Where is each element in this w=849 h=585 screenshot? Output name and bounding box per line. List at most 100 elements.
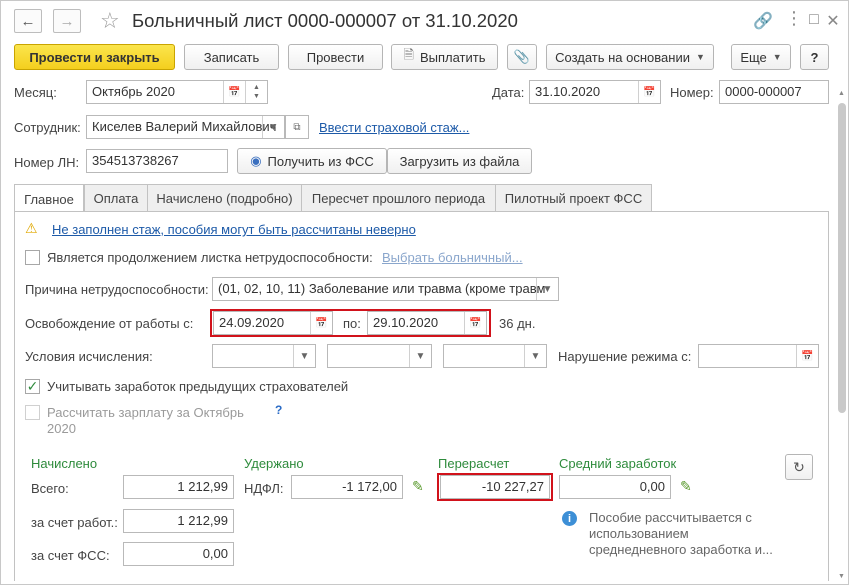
release-from-label: Освобождение от работы с: — [25, 316, 194, 331]
post-and-close-label: Провести и закрыть — [29, 49, 160, 65]
paperclip-icon: 📎 — [513, 49, 531, 64]
get-from-fss-label: Получить из ФСС — [267, 153, 374, 169]
more-button[interactable]: Еще ▼ — [731, 44, 791, 70]
pay-button[interactable]: 🗎 Выплатить — [391, 44, 498, 70]
create-based-on-button[interactable]: Создать на основании ▼ — [546, 44, 714, 70]
arrow-right-icon: → — [59, 12, 75, 30]
back-button[interactable]: ← — [14, 9, 42, 33]
prev-insurers-label: Учитывать заработок предыдущих страховат… — [47, 379, 349, 394]
choose-sick-leave-link[interactable]: Выбрать больничный... — [382, 250, 523, 265]
caret-down-icon: ▼ — [695, 52, 705, 62]
violation-date-field[interactable]: . . 📅 — [698, 344, 819, 368]
caret-down-icon: ▼ — [772, 52, 782, 62]
ln-number-field[interactable]: 354513738267 — [86, 149, 228, 173]
number-field[interactable]: 0000-000007 — [719, 80, 829, 104]
withheld-header: Удержано — [244, 456, 304, 471]
attach-button[interactable]: 📎 — [507, 44, 537, 70]
average-earnings-header: Средний заработок — [559, 456, 677, 471]
tab-main[interactable]: Главное — [14, 184, 84, 213]
tab-fss-pilot[interactable]: Пилотный проект ФСС — [495, 184, 652, 212]
info-text-line2: использованием — [589, 526, 689, 541]
open-employee-button[interactable]: ⧉ — [285, 115, 309, 139]
tab-recalc-previous[interactable]: Пересчет прошлого периода — [301, 184, 496, 212]
ln-number-value: 354513738267 — [92, 153, 179, 168]
month-spinner[interactable]: ▲ ▼ — [245, 81, 267, 103]
ln-number-label: Номер ЛН: — [14, 155, 80, 170]
scrollbar-thumb[interactable] — [838, 103, 846, 413]
fss-label: за счет ФСС: — [31, 548, 110, 563]
tab-recalc-previous-label: Пересчет прошлого периода — [311, 191, 486, 206]
recalc-salary-checkbox[interactable] — [25, 405, 40, 420]
tab-payment-label: Оплата — [93, 191, 139, 206]
pencil-icon[interactable]: ✎ — [412, 478, 424, 495]
insurance-experience-link[interactable]: Ввести страховой стаж... — [319, 120, 469, 135]
tab-accrued-detailed[interactable]: Начислено (подробно) — [147, 184, 302, 212]
post-button[interactable]: Провести — [288, 44, 383, 70]
recalc-salary-label-line1: Рассчитать зарплату за Октябрь — [47, 405, 244, 420]
reason-field[interactable]: (01, 02, 10, 11) Заболевание или травма … — [212, 277, 559, 301]
ndfl-field[interactable]: -1 172,00 — [291, 475, 403, 499]
maximize-icon[interactable]: □ — [804, 11, 824, 29]
load-from-file-label: Загрузить из файла — [399, 153, 520, 169]
prev-insurers-checkbox[interactable]: ✓ — [25, 378, 40, 394]
total-label: Всего: — [31, 481, 69, 496]
pencil-icon[interactable]: ✎ — [680, 478, 692, 495]
help-question-icon[interactable]: ? — [275, 403, 282, 417]
date-field[interactable]: 31.10.2020 📅 — [529, 80, 661, 104]
post-label: Провести — [306, 49, 365, 65]
chevron-down-icon[interactable]: ▼ — [409, 345, 431, 367]
close-icon[interactable]: ✕ — [823, 11, 843, 31]
create-based-on-label: Создать на основании — [555, 49, 690, 65]
recalc-highlight — [437, 473, 553, 501]
calendar-icon[interactable]: 📅 — [223, 81, 245, 103]
chevron-down-icon[interactable]: ▼ — [293, 345, 315, 367]
menu-dots-icon[interactable]: ⋮ — [784, 8, 804, 29]
tab-payment[interactable]: Оплата — [84, 184, 148, 212]
fss-logo-icon: ◉ — [250, 153, 262, 168]
month-field[interactable]: Октябрь 2020 📅 ▲ ▼ — [86, 80, 268, 104]
info-text-line1: Пособие рассчитывается с — [589, 510, 752, 525]
scroll-up-icon[interactable]: ▲ — [838, 90, 845, 97]
favorite-star-icon[interactable]: ☆ — [100, 8, 120, 34]
chevron-down-icon[interactable]: ▼ — [536, 278, 558, 300]
employer-label: за счет работ.: — [31, 515, 118, 530]
employer-value: 1 212,99 — [177, 513, 228, 528]
average-earnings-field[interactable]: 0,00 — [559, 475, 671, 499]
fss-field[interactable]: 0,00 — [123, 542, 234, 566]
document-window: ← → ☆ Больничный лист 0000-000007 от 31.… — [0, 0, 849, 585]
condition-select-3[interactable]: ▼ — [443, 344, 547, 368]
experience-warning-link[interactable]: Не заполнен стаж, пособия могут быть рас… — [52, 222, 416, 237]
chevron-down-icon[interactable]: ▼ — [524, 345, 546, 367]
continuation-checkbox[interactable] — [25, 250, 40, 265]
forward-button[interactable]: → — [53, 9, 81, 33]
total-field[interactable]: 1 212,99 — [123, 475, 234, 499]
refresh-icon: ↻ — [793, 458, 805, 475]
date-value: 31.10.2020 — [535, 84, 601, 99]
conditions-label: Условия исчисления: — [25, 349, 153, 364]
violation-date-value: . . — [718, 363, 736, 367]
link-icon[interactable]: 🔗 — [753, 11, 773, 31]
chevron-down-icon[interactable]: ▼ — [262, 116, 284, 138]
load-from-file-button[interactable]: Загрузить из файла — [387, 148, 532, 174]
employee-field[interactable]: Киселев Валерий Михайлович ▼ — [86, 115, 285, 139]
condition-select-1[interactable]: ▼ — [212, 344, 316, 368]
ndfl-value: -1 172,00 — [342, 479, 397, 494]
condition-select-2[interactable]: ▼ — [327, 344, 432, 368]
calendar-icon[interactable]: 📅 — [638, 81, 660, 103]
refresh-button[interactable]: ↻ — [785, 454, 813, 480]
employee-value: Киселев Валерий Михайлович — [92, 119, 277, 134]
number-label: Номер: — [670, 85, 714, 100]
window-title: Больничный лист 0000-000007 от 31.10.202… — [132, 10, 518, 31]
calendar-icon[interactable]: 📅 — [796, 345, 818, 367]
post-and-close-button[interactable]: Провести и закрыть — [14, 44, 175, 70]
release-period-highlight — [210, 309, 491, 337]
save-button[interactable]: Записать — [184, 44, 279, 70]
get-from-fss-button[interactable]: ◉ Получить из ФСС — [237, 148, 387, 174]
days-count: 36 дн. — [499, 316, 536, 331]
employer-field[interactable]: 1 212,99 — [123, 509, 234, 533]
scroll-down-icon[interactable]: ▼ — [838, 573, 845, 580]
tab-accrued-detailed-label: Начислено (подробно) — [156, 191, 293, 206]
help-button[interactable]: ? — [800, 44, 829, 70]
continuation-label: Является продолжением листка нетрудоспос… — [47, 250, 373, 265]
help-label: ? — [810, 49, 819, 65]
